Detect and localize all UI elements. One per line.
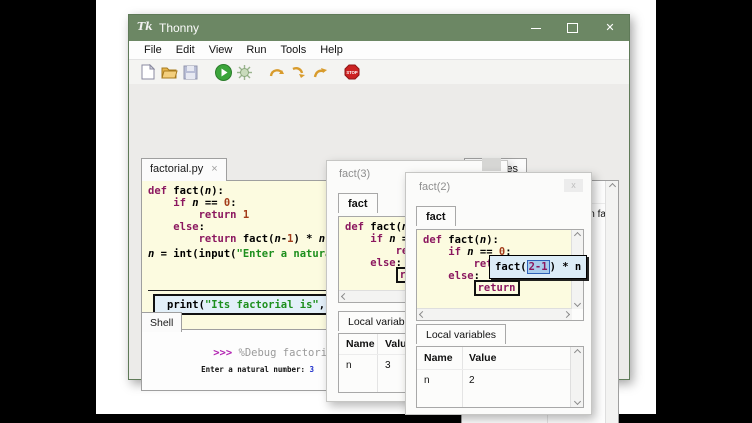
menu-file[interactable]: File xyxy=(137,44,169,56)
new-file-button[interactable] xyxy=(139,63,157,81)
fact2-tab-fact[interactable]: fact xyxy=(416,206,456,226)
minimize-icon xyxy=(531,28,541,29)
code-line: return xyxy=(423,282,572,294)
eval-pre: fact( xyxy=(495,261,527,273)
step-into-button[interactable] xyxy=(289,63,307,81)
maximize-icon xyxy=(567,23,578,33)
close-icon: x xyxy=(564,179,583,192)
debug-bug-icon xyxy=(236,64,253,81)
code-line: def fact(n): xyxy=(423,234,572,246)
svg-text:STOP: STOP xyxy=(346,70,358,75)
fact2-locals-rows: n2 xyxy=(417,369,571,407)
step-out-icon xyxy=(312,65,327,79)
menu-run[interactable]: Run xyxy=(239,44,273,56)
fact3-tab-label: fact xyxy=(348,198,368,210)
new-file-icon xyxy=(141,64,155,80)
table-row[interactable]: n2 xyxy=(417,369,571,391)
fact2-locals-label: Local variables xyxy=(426,329,496,341)
menu-view[interactable]: View xyxy=(202,44,240,56)
save-floppy-icon xyxy=(183,65,198,80)
tab-close-icon[interactable]: × xyxy=(211,163,217,175)
col-name: Name xyxy=(339,338,378,350)
scroll-left-icon[interactable] xyxy=(339,291,350,302)
step-over-button[interactable] xyxy=(268,63,286,81)
fact2-window-title: fact(2) xyxy=(419,181,450,193)
variables-scrollbar[interactable] xyxy=(605,181,618,423)
scroll-up-icon[interactable] xyxy=(572,230,583,241)
scroll-up-icon[interactable] xyxy=(572,347,583,358)
close-button[interactable]: ✕ xyxy=(593,15,627,41)
open-file-button[interactable] xyxy=(160,63,178,81)
stop-sign-icon: STOP xyxy=(344,64,360,80)
thonny-logo-icon: Tk xyxy=(137,20,153,36)
title-bar[interactable]: Tk Thonny ✕ xyxy=(129,15,629,41)
fact3-close-button[interactable] xyxy=(482,158,501,171)
call-window-fact2: fact(2) x fact def fact(n): if n == 0: r… xyxy=(405,172,592,415)
shell-output: Enter a natural number: xyxy=(201,365,309,374)
shell-user-input: 3 xyxy=(310,365,315,374)
close-icon: ✕ xyxy=(605,22,614,34)
stop-button[interactable]: STOP xyxy=(343,63,361,81)
maximize-button[interactable] xyxy=(555,15,589,41)
expression-evaluation-box: fact(2-1) * n xyxy=(489,255,587,279)
col-name: Name xyxy=(417,352,462,364)
save-file-button[interactable] xyxy=(181,63,199,81)
eval-post: ) * n xyxy=(550,261,582,273)
editor-tab-label: factorial.py xyxy=(150,163,203,175)
fact3-window-title: fact(3) xyxy=(339,168,370,180)
window-title: Thonny xyxy=(159,21,199,35)
previous-statement-box-edge xyxy=(148,290,344,291)
step-into-icon xyxy=(291,65,306,79)
fact2-locals-header: Name Value xyxy=(417,347,583,370)
fact2-locals-scrollbar[interactable] xyxy=(570,347,583,407)
menu-tools[interactable]: Tools xyxy=(274,44,314,56)
scroll-up-icon[interactable] xyxy=(607,181,618,192)
menu-bar: File Edit View Run Tools Help xyxy=(129,41,629,60)
tab-factorial-py[interactable]: factorial.py × xyxy=(141,158,227,181)
scroll-right-icon[interactable] xyxy=(561,309,572,320)
minimize-button[interactable] xyxy=(519,15,553,41)
shell-output-line: Enter a natural number: 3 xyxy=(156,356,314,383)
scroll-down-icon[interactable] xyxy=(572,298,583,309)
scroll-left-icon[interactable] xyxy=(417,309,428,320)
menu-edit[interactable]: Edit xyxy=(169,44,202,56)
step-over-icon xyxy=(269,65,286,79)
fact2-horizontal-scrollbar[interactable] xyxy=(417,308,572,320)
open-folder-icon xyxy=(161,65,178,79)
eval-selected-subexpression: 2-1 xyxy=(527,260,550,274)
fact2-tab-local-variables[interactable]: Local variables xyxy=(416,324,506,344)
run-script-button[interactable] xyxy=(214,63,232,81)
fact3-tab-fact[interactable]: fact xyxy=(338,193,378,213)
screenshot-stage: Tk Thonny ✕ File Edit View Run Tools Hel… xyxy=(0,0,752,423)
fact2-tab-label: fact xyxy=(426,211,446,223)
toolbar: STOP xyxy=(129,60,629,84)
tab-shell[interactable]: Shell xyxy=(141,312,182,332)
debug-script-button[interactable] xyxy=(235,63,253,81)
fact2-locals-table: Name Value n2 xyxy=(416,346,584,408)
active-statement-box: print("Its factorial is", fact(3)) xyxy=(153,294,353,315)
step-out-button[interactable] xyxy=(310,63,328,81)
fact2-close-button[interactable]: x xyxy=(564,179,583,192)
run-play-icon xyxy=(215,64,232,81)
shell-tab-label: Shell xyxy=(150,317,173,329)
col-value: Value xyxy=(462,352,583,364)
menu-help[interactable]: Help xyxy=(313,44,350,56)
scroll-down-icon[interactable] xyxy=(572,396,583,407)
